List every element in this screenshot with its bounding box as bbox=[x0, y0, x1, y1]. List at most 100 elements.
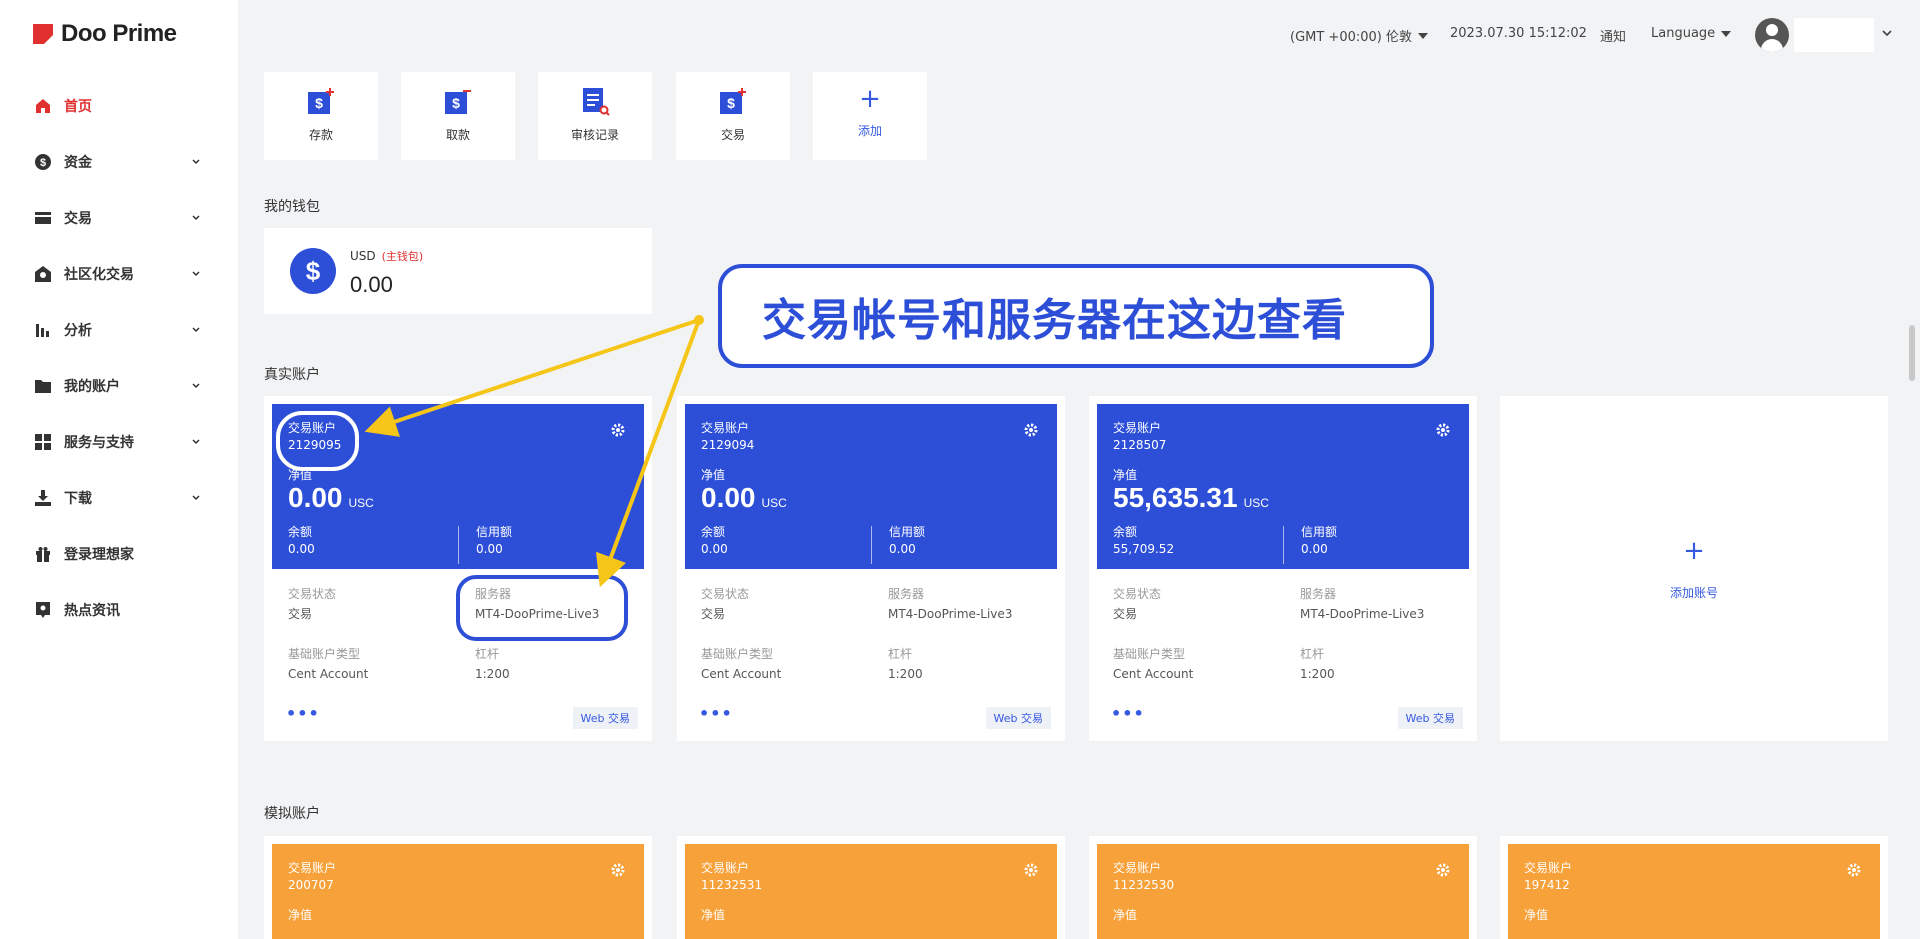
account-type: 基础账户类型 Cent Account bbox=[288, 644, 368, 684]
annotation-highlight-server bbox=[456, 575, 628, 641]
balance-value: 0.00 bbox=[701, 542, 728, 556]
gear-icon[interactable] bbox=[1023, 422, 1039, 438]
net-value-label: 净值 bbox=[701, 908, 726, 922]
type-value: Cent Account bbox=[288, 667, 369, 681]
chevron-down-icon[interactable] bbox=[1882, 30, 1892, 38]
net-unit: USC bbox=[761, 496, 787, 510]
sidebar-item-support[interactable]: 服务与支持 bbox=[0, 414, 238, 470]
wallet-card[interactable]: $ USD (主钱包) 0.00 bbox=[264, 228, 652, 314]
sidebar-item-trade[interactable]: 交易 bbox=[0, 190, 238, 246]
account-number: 200707 bbox=[288, 878, 334, 892]
real-account-card[interactable]: 交易账户 2128507 净值 55,635.31 USC 余额 55,709.52 … bbox=[1089, 396, 1477, 741]
notice-link[interactable]: 通知 bbox=[1600, 26, 1626, 45]
more-options-button[interactable]: ••• bbox=[1111, 704, 1145, 723]
annotation-callout: 交易帐号和服务器在这边查看 bbox=[718, 264, 1434, 368]
server-info: 服务器 MT4-DooPrime-Live3 bbox=[1300, 584, 1424, 624]
divider bbox=[871, 526, 872, 564]
more-options-button[interactable]: ••• bbox=[699, 704, 733, 723]
trade-status: 交易状态 交易 bbox=[288, 584, 336, 624]
sidebar-item-news[interactable]: 热点资讯 bbox=[0, 582, 238, 638]
chevron-down-icon bbox=[192, 215, 200, 221]
more-options-button[interactable]: ••• bbox=[286, 704, 320, 723]
server-label: 服务器 bbox=[1300, 587, 1337, 601]
account-id-label: 交易账户 bbox=[701, 861, 750, 875]
avatar[interactable] bbox=[1755, 18, 1789, 52]
leverage-label: 杠杆 bbox=[1300, 647, 1325, 661]
language-select[interactable]: Language bbox=[1651, 26, 1732, 41]
demo-account-card[interactable]: 交易账户 11232530 净值 bbox=[1089, 836, 1477, 939]
sidebar-nav: 首页 $ 资金 交易 社区化交易 分析 我的账户 服务与支持 下载 登录理想家 … bbox=[0, 78, 238, 638]
sidebar-item-analysis[interactable]: 分析 bbox=[0, 302, 238, 358]
status-label: 交易状态 bbox=[701, 587, 750, 601]
brand-logo[interactable]: Doo Prime bbox=[33, 20, 177, 48]
quick-action-label: 存款 bbox=[308, 128, 333, 142]
sidebar-item-label: 下载 bbox=[64, 491, 92, 507]
account-id-label: 交易账户 bbox=[1524, 861, 1573, 875]
sidebar-item-my-account[interactable]: 我的账户 bbox=[0, 358, 238, 414]
sidebar-item-login-ideal[interactable]: 登录理想家 bbox=[0, 526, 238, 582]
add-account-card[interactable]: + 添加账号 bbox=[1500, 396, 1888, 741]
real-account-card[interactable]: 交易账户 2129094 净值 0.00 USC 余额 0.00 信用额 0.00 交易… bbox=[677, 396, 1065, 741]
sidebar-item-download[interactable]: 下载 bbox=[0, 470, 238, 526]
credit-label: 信用额 bbox=[476, 525, 513, 539]
account-summary: 交易账户 197412 净值 bbox=[1508, 844, 1880, 939]
quick-action-label: 取款 bbox=[445, 128, 470, 142]
web-trade-button[interactable]: Web 交易 bbox=[985, 707, 1051, 729]
chevron-down-icon bbox=[192, 271, 200, 277]
demo-account-card[interactable]: 交易账户 200707 净值 bbox=[264, 836, 652, 939]
datetime-display: 2023.07.30 15:12:02 bbox=[1450, 26, 1587, 41]
sidebar-item-home[interactable]: 首页 bbox=[0, 78, 238, 134]
credit: 信用额 0.00 bbox=[1301, 524, 1337, 558]
quick-action-add[interactable]: + 添加 bbox=[813, 72, 927, 160]
chevron-down-icon bbox=[192, 439, 200, 445]
gear-icon[interactable] bbox=[1023, 862, 1039, 878]
leverage-label: 杠杆 bbox=[888, 647, 913, 661]
account-summary: 交易账户 11232530 净值 bbox=[1097, 844, 1469, 939]
sidebar-item-label: 热点资讯 bbox=[64, 603, 120, 619]
net-unit: USC bbox=[1243, 496, 1269, 510]
sidebar-item-label: 登录理想家 bbox=[64, 547, 134, 563]
net-unit: USC bbox=[348, 496, 374, 510]
gear-icon[interactable] bbox=[1435, 422, 1451, 438]
chevron-down-icon bbox=[192, 327, 200, 333]
quick-action-label: 审核记录 bbox=[570, 128, 619, 142]
demo-account-card[interactable]: 交易账户 197412 净值 bbox=[1500, 836, 1888, 939]
timezone-select[interactable]: (GMT +00:00) 伦敦 bbox=[1290, 26, 1428, 45]
withdraw-icon: $ bbox=[443, 86, 473, 116]
status-label: 交易状态 bbox=[1113, 587, 1162, 601]
web-trade-button[interactable]: Web 交易 bbox=[572, 707, 638, 729]
leverage-value: 1:200 bbox=[1300, 667, 1335, 681]
quick-action-review-records[interactable]: 审核记录 bbox=[538, 72, 652, 160]
gear-icon[interactable] bbox=[1846, 862, 1862, 878]
gear-icon[interactable] bbox=[610, 422, 626, 438]
user-name-box[interactable] bbox=[1794, 18, 1874, 52]
type-label: 基础账户类型 bbox=[288, 647, 361, 661]
account-number: 2129094 bbox=[701, 438, 755, 452]
wallet-balance: 0.00 bbox=[350, 272, 393, 297]
sidebar-item-community[interactable]: 社区化交易 bbox=[0, 246, 238, 302]
quick-action-deposit[interactable]: $ 存款 bbox=[264, 72, 378, 160]
quick-action-trade[interactable]: $ 交易 bbox=[676, 72, 790, 160]
web-trade-button[interactable]: Web 交易 bbox=[1397, 707, 1463, 729]
dollar-icon: $ bbox=[34, 153, 52, 171]
pin-icon bbox=[34, 601, 52, 619]
server-label: 服务器 bbox=[888, 587, 925, 601]
status-label: 交易状态 bbox=[288, 587, 337, 601]
demo-account-card[interactable]: 交易账户 11232531 净值 bbox=[677, 836, 1065, 939]
server-value: MT4-DooPrime-Live3 bbox=[888, 607, 1013, 621]
scrollbar-thumb[interactable] bbox=[1909, 325, 1915, 381]
sidebar: Doo Prime 首页 $ 资金 交易 社区化交易 分析 我的账户 服务与支持… bbox=[0, 0, 238, 939]
gear-icon[interactable] bbox=[610, 862, 626, 878]
grid-icon bbox=[34, 433, 52, 451]
sidebar-item-label: 分析 bbox=[64, 323, 92, 339]
balance-label: 余额 bbox=[701, 525, 726, 539]
quick-action-withdraw[interactable]: $ 取款 bbox=[401, 72, 515, 160]
gear-icon[interactable] bbox=[1435, 862, 1451, 878]
wallet-currency-code: USD bbox=[350, 249, 376, 263]
account-id-label: 交易账户 bbox=[1113, 421, 1162, 435]
account-id: 交易账户 2128507 bbox=[1113, 420, 1166, 454]
net-amount: 0.00 bbox=[701, 482, 756, 513]
sidebar-item-funds[interactable]: $ 资金 bbox=[0, 134, 238, 190]
net-amount: 0.00 bbox=[288, 482, 343, 513]
scrollbar-track[interactable] bbox=[1906, 0, 1920, 939]
